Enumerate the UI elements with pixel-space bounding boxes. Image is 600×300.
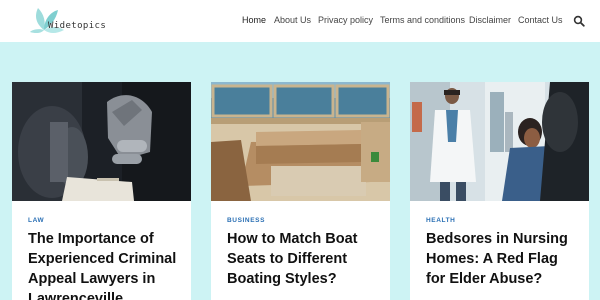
post-image[interactable] [211, 82, 390, 201]
site-header: Widetopics Home About Us Privacy policy … [0, 0, 600, 42]
nav-item-disclaimer[interactable]: Disclaimer [469, 15, 511, 25]
post-title[interactable]: How to Match Boat Seats to Different Boa… [227, 229, 379, 289]
doctor-hospital-photo [410, 82, 589, 201]
post-title[interactable]: The Importance of Experienced Criminal A… [28, 229, 180, 300]
post-image[interactable] [410, 82, 589, 201]
nav-item-terms-and-conditions[interactable]: Terms and conditions [380, 15, 465, 25]
post-card[interactable]: HEALTH Bedsores in Nursing Homes: A Red … [410, 82, 589, 300]
post-title[interactable]: Bedsores in Nursing Homes: A Red Flag fo… [426, 229, 578, 289]
nav-item-contact-us[interactable]: Contact Us [518, 15, 563, 25]
post-card[interactable]: BUSINESS How to Match Boat Seats to Diff… [211, 82, 390, 300]
post-category[interactable]: BUSINESS [227, 217, 265, 224]
post-image[interactable] [12, 82, 191, 201]
main-nav: Home About Us Privacy policy Terms and c… [0, 15, 600, 29]
nav-item-privacy-policy[interactable]: Privacy policy [318, 15, 373, 25]
nav-item-about-us[interactable]: About Us [274, 15, 311, 25]
post-category[interactable]: LAW [28, 217, 44, 224]
post-card[interactable]: LAW The Importance of Experienced Crimin… [12, 82, 191, 300]
search-button[interactable] [573, 14, 585, 27]
nav-item-home[interactable]: Home [242, 15, 266, 25]
handcuffed-hands-photo [12, 82, 191, 201]
post-category[interactable]: HEALTH [426, 217, 455, 224]
search-icon [573, 15, 585, 27]
boat-seats-photo [211, 82, 390, 201]
